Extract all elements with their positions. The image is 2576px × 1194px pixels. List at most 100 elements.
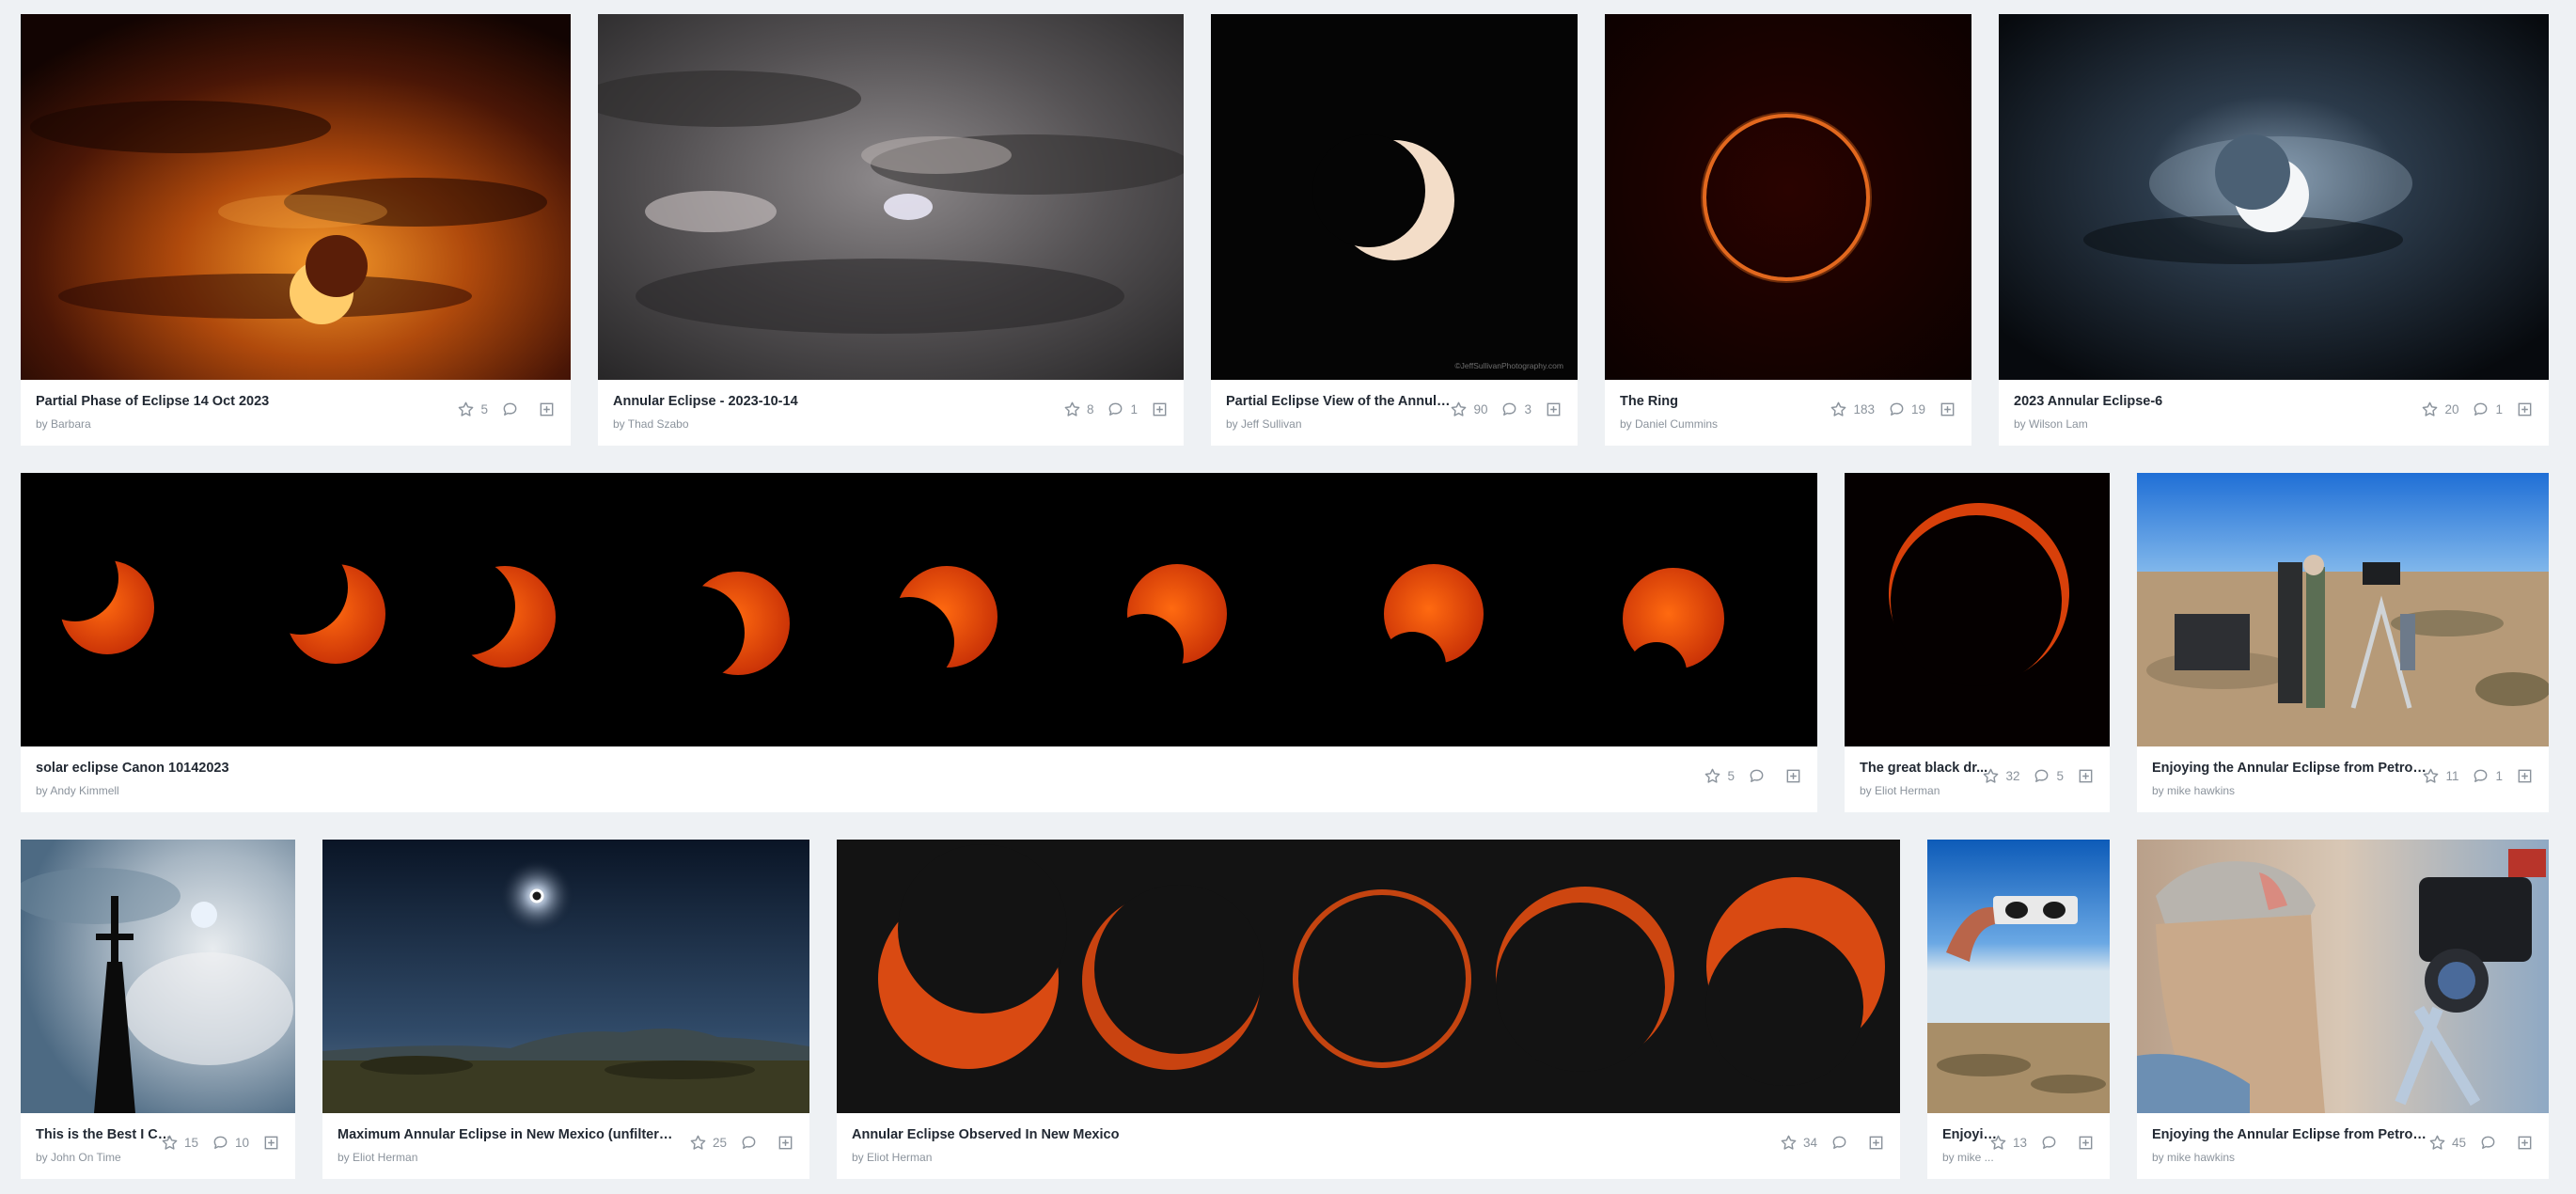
comment-button[interactable] [740,1134,763,1152]
photo-card[interactable]: Enjoying the Annular Eclipse from Petrog… [2137,840,2549,1179]
comment-count: 1 [2495,769,2503,783]
photo-author[interactable]: by mike hawkins [2152,784,2434,797]
photo-title[interactable]: Annular Eclipse Observed In New Mexico [852,1127,1119,1142]
photo-title[interactable]: Maximum Annular Eclipse in New Mexico (u… [338,1127,676,1142]
add-to-gallery-button[interactable] [2516,1134,2534,1152]
photo-author[interactable]: by John On Time [36,1151,172,1164]
comment-button[interactable] [2040,1134,2064,1152]
photo-thumbnail[interactable] [21,473,1817,746]
photo-author[interactable]: by Daniel Cummins [1620,417,1718,431]
comment-button[interactable]: 19 [1888,401,1925,418]
photo-thumbnail[interactable] [1999,14,2549,380]
comment-button[interactable] [1748,767,1771,785]
photo-thumbnail[interactable] [2137,473,2549,746]
add-to-gallery-button[interactable] [538,401,556,418]
comment-button[interactable] [2479,1134,2503,1152]
comment-button[interactable]: 1 [1107,401,1138,418]
photo-thumbnail[interactable] [1845,473,2110,746]
like-count: 183 [1853,402,1875,416]
like-button[interactable]: 11 [2422,767,2458,785]
photo-thumbnail[interactable] [1927,840,2110,1113]
photo-title[interactable]: This is the Best I Co... [36,1127,172,1142]
photo-author[interactable]: by Thad Szabo [613,417,798,431]
add-to-gallery-button[interactable] [777,1134,794,1152]
photo-card[interactable]: ©JeffSullivanPhotography.com Partial Ecl… [1211,14,1578,446]
add-to-gallery-button[interactable] [2516,767,2534,785]
add-to-gallery-button[interactable] [2516,401,2534,418]
like-button[interactable]: 32 [1982,767,2019,785]
like-button[interactable]: 25 [689,1134,727,1152]
photo-card[interactable]: The great black dr... by Eliot Herman 32… [1845,473,2110,812]
like-count: 32 [2005,769,2020,783]
photo-author[interactable]: by Jeff Sullivan [1226,417,1452,431]
like-button[interactable]: 5 [457,401,488,418]
comment-button[interactable]: 1 [2472,401,2503,418]
photo-card[interactable]: Annular Eclipse - 2023-10-14 by Thad Sza… [598,14,1184,446]
photo-author[interactable]: by Barbara [36,417,269,431]
photo-title[interactable]: solar eclipse Canon 10142023 [36,761,229,776]
comment-button[interactable]: 5 [2033,767,2064,785]
photo-title[interactable]: Enjoying the Annular Eclipse from Petrog… [2152,761,2434,776]
comment-button[interactable]: 1 [2472,767,2503,785]
photo-thumbnail[interactable] [1605,14,1971,380]
add-to-gallery-button[interactable] [1939,401,1956,418]
like-count: 5 [480,402,488,416]
comment-button[interactable] [1830,1134,1854,1152]
photo-card[interactable]: Enjoying the Annular Eclipse from Petrog… [2137,473,2549,812]
like-button[interactable]: 5 [1704,767,1735,785]
photo-card[interactable]: Partial Phase of Eclipse 14 Oct 2023 by … [21,14,571,446]
comment-button[interactable]: 3 [1500,401,1531,418]
add-to-gallery-button[interactable] [1151,401,1169,418]
photo-title[interactable]: The Ring [1620,394,1718,409]
like-button[interactable]: 15 [161,1134,198,1152]
comment-button[interactable] [501,401,525,418]
photo-thumbnail[interactable] [322,840,809,1113]
photo-title[interactable]: Enjoying the Annular Eclipse from Petrog… [2152,1127,2434,1142]
photo-thumbnail[interactable]: ©JeffSullivanPhotography.com [1211,14,1578,380]
photo-thumbnail[interactable] [21,840,295,1113]
photo-title[interactable]: 2023 Annular Eclipse-6 [2014,394,2162,409]
add-to-gallery-button[interactable] [1867,1134,1885,1152]
photo-card[interactable]: Maximum Annular Eclipse in New Mexico (u… [322,840,809,1179]
photo-card[interactable]: This is the Best I Co... by John On Time… [21,840,295,1179]
like-button[interactable]: 8 [1063,401,1094,418]
photo-title[interactable]: The great black dr... [1860,761,1987,776]
photo-card[interactable]: Annular Eclipse Observed In New Mexico b… [837,840,1900,1179]
photo-author[interactable]: by mike hawkins [2152,1151,2434,1164]
photo-author[interactable]: by mike ... [1942,1151,1999,1164]
photo-title[interactable]: Partial Eclipse View of the Annular E... [1226,394,1452,409]
like-button[interactable]: 34 [1780,1134,1817,1152]
star-icon [2424,768,2439,783]
photo-author[interactable]: by Eliot Herman [852,1151,1119,1164]
photo-card[interactable]: Enjoyin... by mike ... 13 [1927,840,2110,1179]
like-button[interactable]: 90 [1450,401,1487,418]
like-button[interactable]: 13 [1989,1134,2027,1152]
add-to-gallery-button[interactable] [1545,401,1563,418]
photo-card[interactable]: 2023 Annular Eclipse-6 by Wilson Lam 20 … [1999,14,2549,446]
photo-title[interactable]: Annular Eclipse - 2023-10-14 [613,394,798,409]
like-button[interactable]: 183 [1830,401,1875,418]
add-to-gallery-icon [540,402,554,416]
photo-card[interactable]: The Ring by Daniel Cummins 183 19 [1605,14,1971,446]
add-to-gallery-button[interactable] [2077,1134,2095,1152]
photo-thumbnail[interactable] [2137,840,2549,1113]
photo-thumbnail[interactable] [21,14,571,380]
like-button[interactable]: 45 [2428,1134,2466,1152]
add-to-gallery-button[interactable] [262,1134,280,1152]
like-button[interactable]: 20 [2421,401,2458,418]
comment-count: 5 [2056,769,2064,783]
photo-author[interactable]: by Eliot Herman [338,1151,676,1164]
add-to-gallery-icon [1869,1136,1883,1150]
photo-thumbnail[interactable] [598,14,1184,380]
photo-card[interactable]: solar eclipse Canon 10142023 by Andy Kim… [21,473,1817,812]
photo-thumbnail[interactable] [837,840,1900,1113]
like-count: 8 [1086,402,1094,416]
add-to-gallery-button[interactable] [1784,767,1802,785]
like-count: 25 [712,1136,727,1150]
photo-author[interactable]: by Wilson Lam [2014,417,2162,431]
photo-author[interactable]: by Eliot Herman [1860,784,1987,797]
photo-author[interactable]: by Andy Kimmell [36,784,229,797]
add-to-gallery-button[interactable] [2077,767,2095,785]
photo-title[interactable]: Partial Phase of Eclipse 14 Oct 2023 [36,394,269,409]
comment-button[interactable]: 10 [212,1134,249,1152]
